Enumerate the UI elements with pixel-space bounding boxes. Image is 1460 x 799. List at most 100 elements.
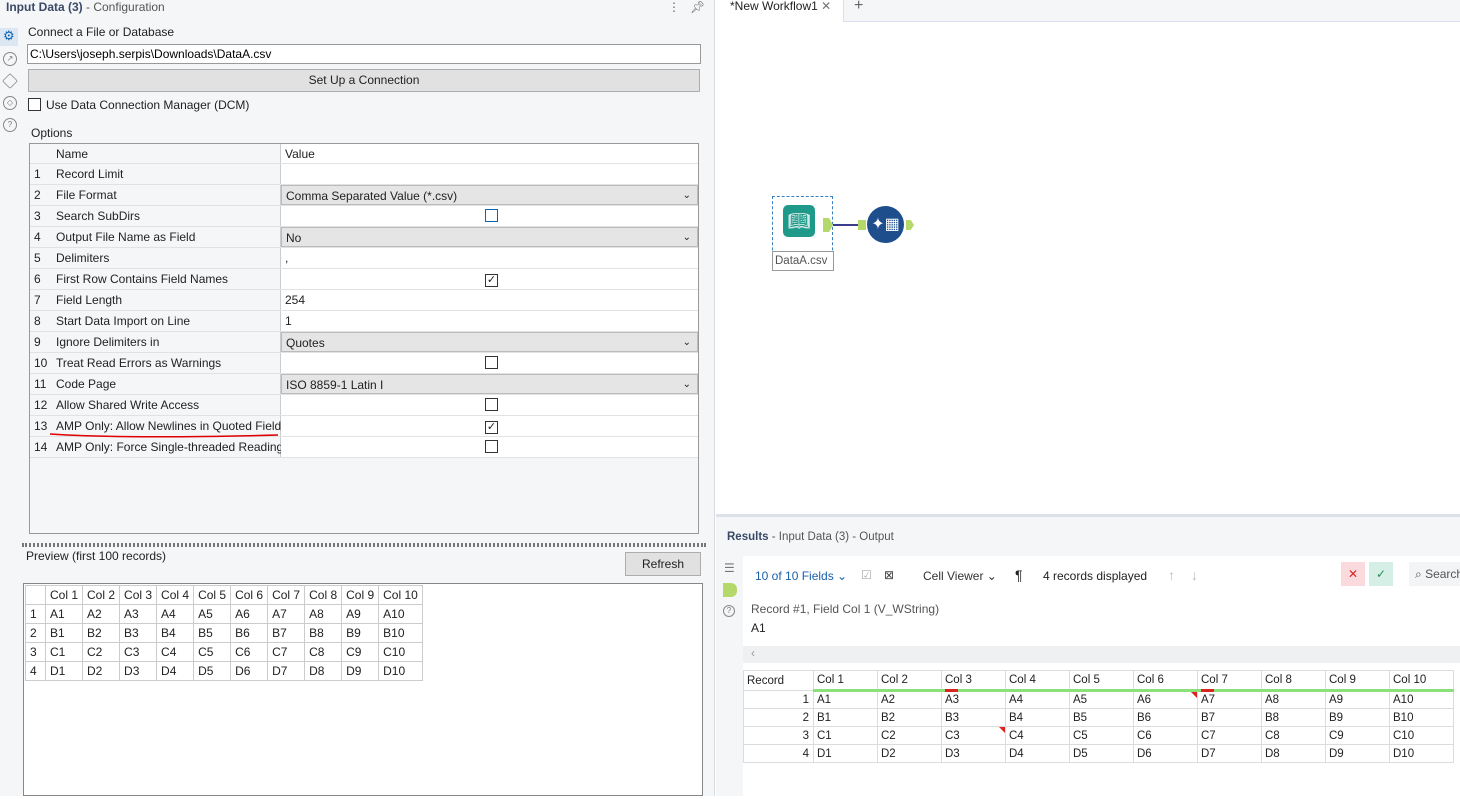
option-select[interactable]: Comma Separated Value (*.csv) ⌄ <box>281 185 698 205</box>
cell[interactable]: B4 <box>156 623 195 643</box>
option-select[interactable]: ISO 8859-1 Latin I ⌄ <box>281 374 698 394</box>
list-icon[interactable]: ☰ <box>724 561 735 575</box>
refresh-button[interactable]: Refresh <box>625 552 701 576</box>
cell[interactable]: C7 <box>267 642 306 662</box>
cell[interactable]: A5 <box>193 604 232 624</box>
cell[interactable]: C1 <box>44 642 84 662</box>
option-checkbox[interactable] <box>485 209 498 222</box>
error-filter-button[interactable]: ✕ <box>1341 562 1365 586</box>
cell[interactable]: B7 <box>1197 708 1262 727</box>
pin-icon[interactable]: 📌︎ <box>690 0 705 14</box>
cell[interactable]: A1 <box>44 604 84 624</box>
tab-new-workflow1[interactable]: *New Workflow1 ✕ <box>716 0 844 22</box>
cell[interactable]: D8 <box>304 661 343 681</box>
file-path-input[interactable] <box>27 44 701 64</box>
cell[interactable]: D9 <box>341 661 380 681</box>
cell[interactable]: A2 <box>877 690 942 709</box>
horizontal-scrollbar[interactable]: ‹ <box>743 646 1460 663</box>
cell[interactable]: A3 <box>941 690 1006 709</box>
column-header[interactable]: Col 9 <box>1325 670 1390 692</box>
cell[interactable]: B1 <box>44 623 84 643</box>
cell[interactable]: C4 <box>1005 726 1070 745</box>
cell[interactable]: A6 <box>230 604 269 624</box>
cell[interactable]: D6 <box>230 661 269 681</box>
cell[interactable]: B3 <box>119 623 158 643</box>
close-tab-icon[interactable]: ✕ <box>821 0 831 13</box>
cell[interactable]: B10 <box>378 623 423 643</box>
option-value-input[interactable]: 254 <box>281 290 698 310</box>
cell[interactable]: B10 <box>1389 708 1454 727</box>
cell[interactable]: C8 <box>1261 726 1326 745</box>
cell[interactable]: C2 <box>877 726 942 745</box>
fields-dropdown[interactable]: 10 of 10 Fields ⌄ <box>755 569 847 583</box>
cell[interactable]: D3 <box>941 744 1006 763</box>
output-anchor-tab[interactable] <box>723 583 737 597</box>
cell[interactable]: D2 <box>877 744 942 763</box>
cell[interactable]: D7 <box>267 661 306 681</box>
cell[interactable]: A8 <box>304 604 343 624</box>
cell[interactable]: B5 <box>1069 708 1134 727</box>
column-header[interactable]: Col 1 <box>813 670 878 692</box>
cell[interactable]: A4 <box>1005 690 1070 709</box>
cell[interactable]: B8 <box>1261 708 1326 727</box>
cell[interactable]: C5 <box>1069 726 1134 745</box>
option-select[interactable]: No ⌄ <box>281 227 698 247</box>
cell[interactable]: B6 <box>230 623 269 643</box>
browse-tool-icon[interactable]: ✦▦ <box>867 206 904 243</box>
cell[interactable]: B9 <box>1325 708 1390 727</box>
deselect-icon[interactable]: ⊠ <box>884 568 894 582</box>
cell[interactable]: D1 <box>44 661 84 681</box>
option-checkbox[interactable]: ✓ <box>485 274 498 287</box>
cell[interactable]: A10 <box>1389 690 1454 709</box>
cell[interactable]: C9 <box>341 642 380 662</box>
cell[interactable]: B9 <box>341 623 380 643</box>
cube-icon[interactable]: ◇ <box>3 96 17 110</box>
cell[interactable]: C7 <box>1197 726 1262 745</box>
cell[interactable]: D5 <box>1069 744 1134 763</box>
cell[interactable]: B3 <box>941 708 1006 727</box>
dcm-checkbox[interactable] <box>28 98 41 111</box>
option-select[interactable]: Quotes ⌄ <box>281 332 698 352</box>
more-icon[interactable]: ⋮ <box>668 0 680 14</box>
splitter-handle[interactable] <box>22 543 706 547</box>
column-header[interactable]: Col 6 <box>1133 670 1198 692</box>
select-all-icon[interactable]: ☑ <box>861 568 872 582</box>
cell[interactable]: C10 <box>1389 726 1454 745</box>
cell[interactable]: D8 <box>1261 744 1326 763</box>
cell[interactable]: A7 <box>1197 690 1262 709</box>
help-icon[interactable]: ? <box>3 118 17 132</box>
cell[interactable]: C1 <box>813 726 878 745</box>
arrow-up-icon[interactable]: ↑ <box>1168 567 1175 583</box>
cell[interactable]: D10 <box>378 661 423 681</box>
cell[interactable]: B8 <box>304 623 343 643</box>
cell[interactable]: B2 <box>877 708 942 727</box>
cell[interactable]: C3 <box>119 642 158 662</box>
gear-icon[interactable]: ⚙ <box>0 28 18 46</box>
help-icon[interactable]: ? <box>723 605 735 617</box>
option-checkbox[interactable] <box>485 356 498 369</box>
cell[interactable]: B1 <box>813 708 878 727</box>
option-checkbox[interactable]: ✓ <box>485 421 498 434</box>
add-tab-icon[interactable]: + <box>854 0 863 15</box>
cell[interactable]: C4 <box>156 642 195 662</box>
cell[interactable]: D5 <box>193 661 232 681</box>
cell[interactable]: A8 <box>1261 690 1326 709</box>
cell[interactable]: C6 <box>1133 726 1198 745</box>
column-header[interactable]: Col 8 <box>1261 670 1326 692</box>
pilcrow-icon[interactable]: ¶ <box>1015 567 1023 583</box>
success-filter-button[interactable]: ✓ <box>1369 562 1393 586</box>
tag-icon[interactable] <box>2 73 18 89</box>
option-checkbox[interactable] <box>485 440 498 453</box>
cell[interactable]: C6 <box>230 642 269 662</box>
cell[interactable]: D10 <box>1389 744 1454 763</box>
cell[interactable]: D6 <box>1133 744 1198 763</box>
cell[interactable]: A2 <box>82 604 121 624</box>
arrow-down-icon[interactable]: ↓ <box>1191 567 1198 583</box>
cell[interactable]: D4 <box>1005 744 1070 763</box>
cell[interactable]: D9 <box>1325 744 1390 763</box>
cell[interactable]: C8 <box>304 642 343 662</box>
cell[interactable]: A4 <box>156 604 195 624</box>
cell[interactable]: A6 <box>1133 690 1198 709</box>
cell[interactable]: A9 <box>1325 690 1390 709</box>
column-header[interactable]: Col 5 <box>1069 670 1134 692</box>
